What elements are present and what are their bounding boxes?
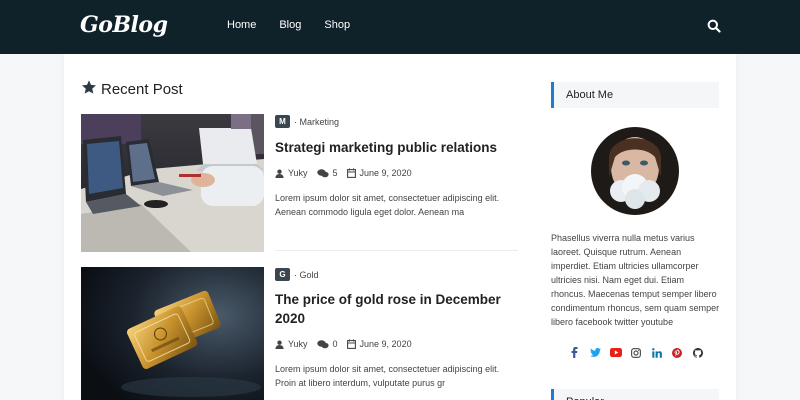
facebook-icon[interactable] — [568, 346, 581, 359]
post-author[interactable]: Yuky — [288, 339, 308, 349]
post-category: M · Marketing — [275, 115, 339, 128]
social-links — [568, 346, 712, 359]
comment-count[interactable]: 5 — [333, 168, 338, 178]
post-excerpt: Lorem ipsum dolor sit amet, consectetuer… — [275, 193, 500, 217]
comments-meta: 0 — [316, 339, 338, 349]
main-nav: Home Blog Shop — [227, 19, 373, 31]
search-icon[interactable] — [707, 19, 723, 35]
nav-home[interactable]: Home — [227, 19, 256, 31]
post-author[interactable]: Yuky — [288, 168, 308, 178]
post-date: June 9, 2020 — [359, 339, 412, 349]
date-meta: June 9, 2020 — [346, 339, 412, 349]
nav-blog[interactable]: Blog — [279, 19, 301, 31]
comments-icon — [316, 339, 329, 348]
post-title[interactable]: Strategi marketing public relations — [275, 138, 515, 157]
instagram-icon[interactable] — [630, 346, 643, 359]
twitter-icon[interactable] — [589, 346, 602, 359]
post-thumbnail[interactable] — [81, 114, 264, 252]
category-badge[interactable]: G — [275, 268, 290, 281]
post-excerpt: Lorem ipsum dolor sit amet, consectetuer… — [275, 364, 500, 388]
user-icon — [275, 169, 284, 178]
linkedin-icon[interactable] — [650, 346, 663, 359]
post-meta: Yuky 0 June 9, 2020 — [275, 339, 421, 349]
popular-widget-title: Popular — [551, 389, 719, 400]
category-badge[interactable]: M — [275, 115, 290, 128]
calendar-icon — [346, 168, 356, 178]
post-meta: Yuky 5 June 9, 2020 — [275, 168, 421, 178]
site-logo[interactable]: GoBlog — [80, 12, 168, 38]
comments-meta: 5 — [316, 168, 338, 178]
calendar-icon — [346, 339, 356, 349]
youtube-icon[interactable] — [609, 346, 622, 359]
section-title: Recent Post — [101, 81, 183, 98]
category-label[interactable]: Gold — [300, 270, 319, 280]
post-thumbnail[interactable] — [81, 267, 264, 400]
section-heading: Recent Post — [81, 79, 183, 100]
comment-count[interactable]: 0 — [333, 339, 338, 349]
author-avatar — [591, 127, 679, 215]
site-header: GoBlog Home Blog Shop — [0, 0, 800, 54]
about-widget-title: About Me — [551, 82, 719, 108]
author-meta: Yuky — [275, 168, 308, 178]
star-icon — [81, 79, 97, 100]
post-divider — [275, 250, 518, 251]
date-meta: June 9, 2020 — [346, 168, 412, 178]
category-label[interactable]: Marketing — [300, 117, 340, 127]
github-icon[interactable] — [691, 346, 704, 359]
nav-shop[interactable]: Shop — [324, 19, 350, 31]
author-meta: Yuky — [275, 339, 308, 349]
comments-icon — [316, 168, 329, 177]
pinterest-icon[interactable] — [671, 346, 684, 359]
user-icon — [275, 340, 284, 349]
post-date: June 9, 2020 — [359, 168, 412, 178]
about-text: Phasellus viverra nulla metus varius lao… — [551, 233, 720, 327]
post-title[interactable]: The price of gold rose in December 2020 — [275, 290, 515, 328]
post-category: G · Gold — [275, 268, 319, 281]
